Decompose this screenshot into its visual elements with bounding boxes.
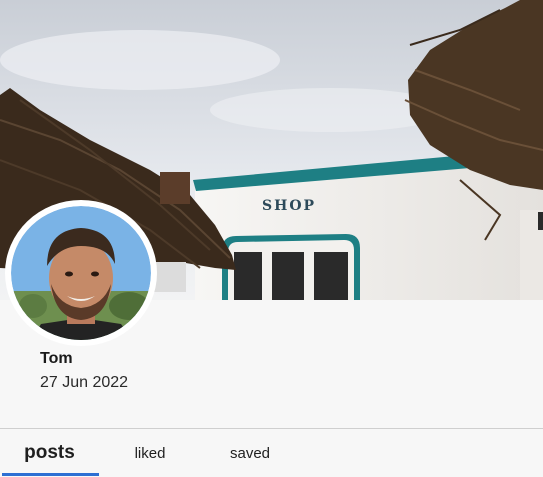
shop-sign: SHOP bbox=[262, 198, 316, 214]
profile-name: Tom bbox=[40, 350, 73, 367]
profile-page: SHOP Tom 27 Jun 2022 posts liked saved bbox=[0, 0, 543, 477]
profile-join-date: 27 Jun 2022 bbox=[40, 374, 129, 391]
tab-liked[interactable]: liked bbox=[100, 429, 200, 477]
tab-saved[interactable]: saved bbox=[200, 429, 300, 477]
selected-tab-indicator bbox=[2, 473, 99, 476]
tab-posts[interactable]: posts bbox=[0, 429, 99, 477]
avatar[interactable] bbox=[5, 200, 157, 346]
